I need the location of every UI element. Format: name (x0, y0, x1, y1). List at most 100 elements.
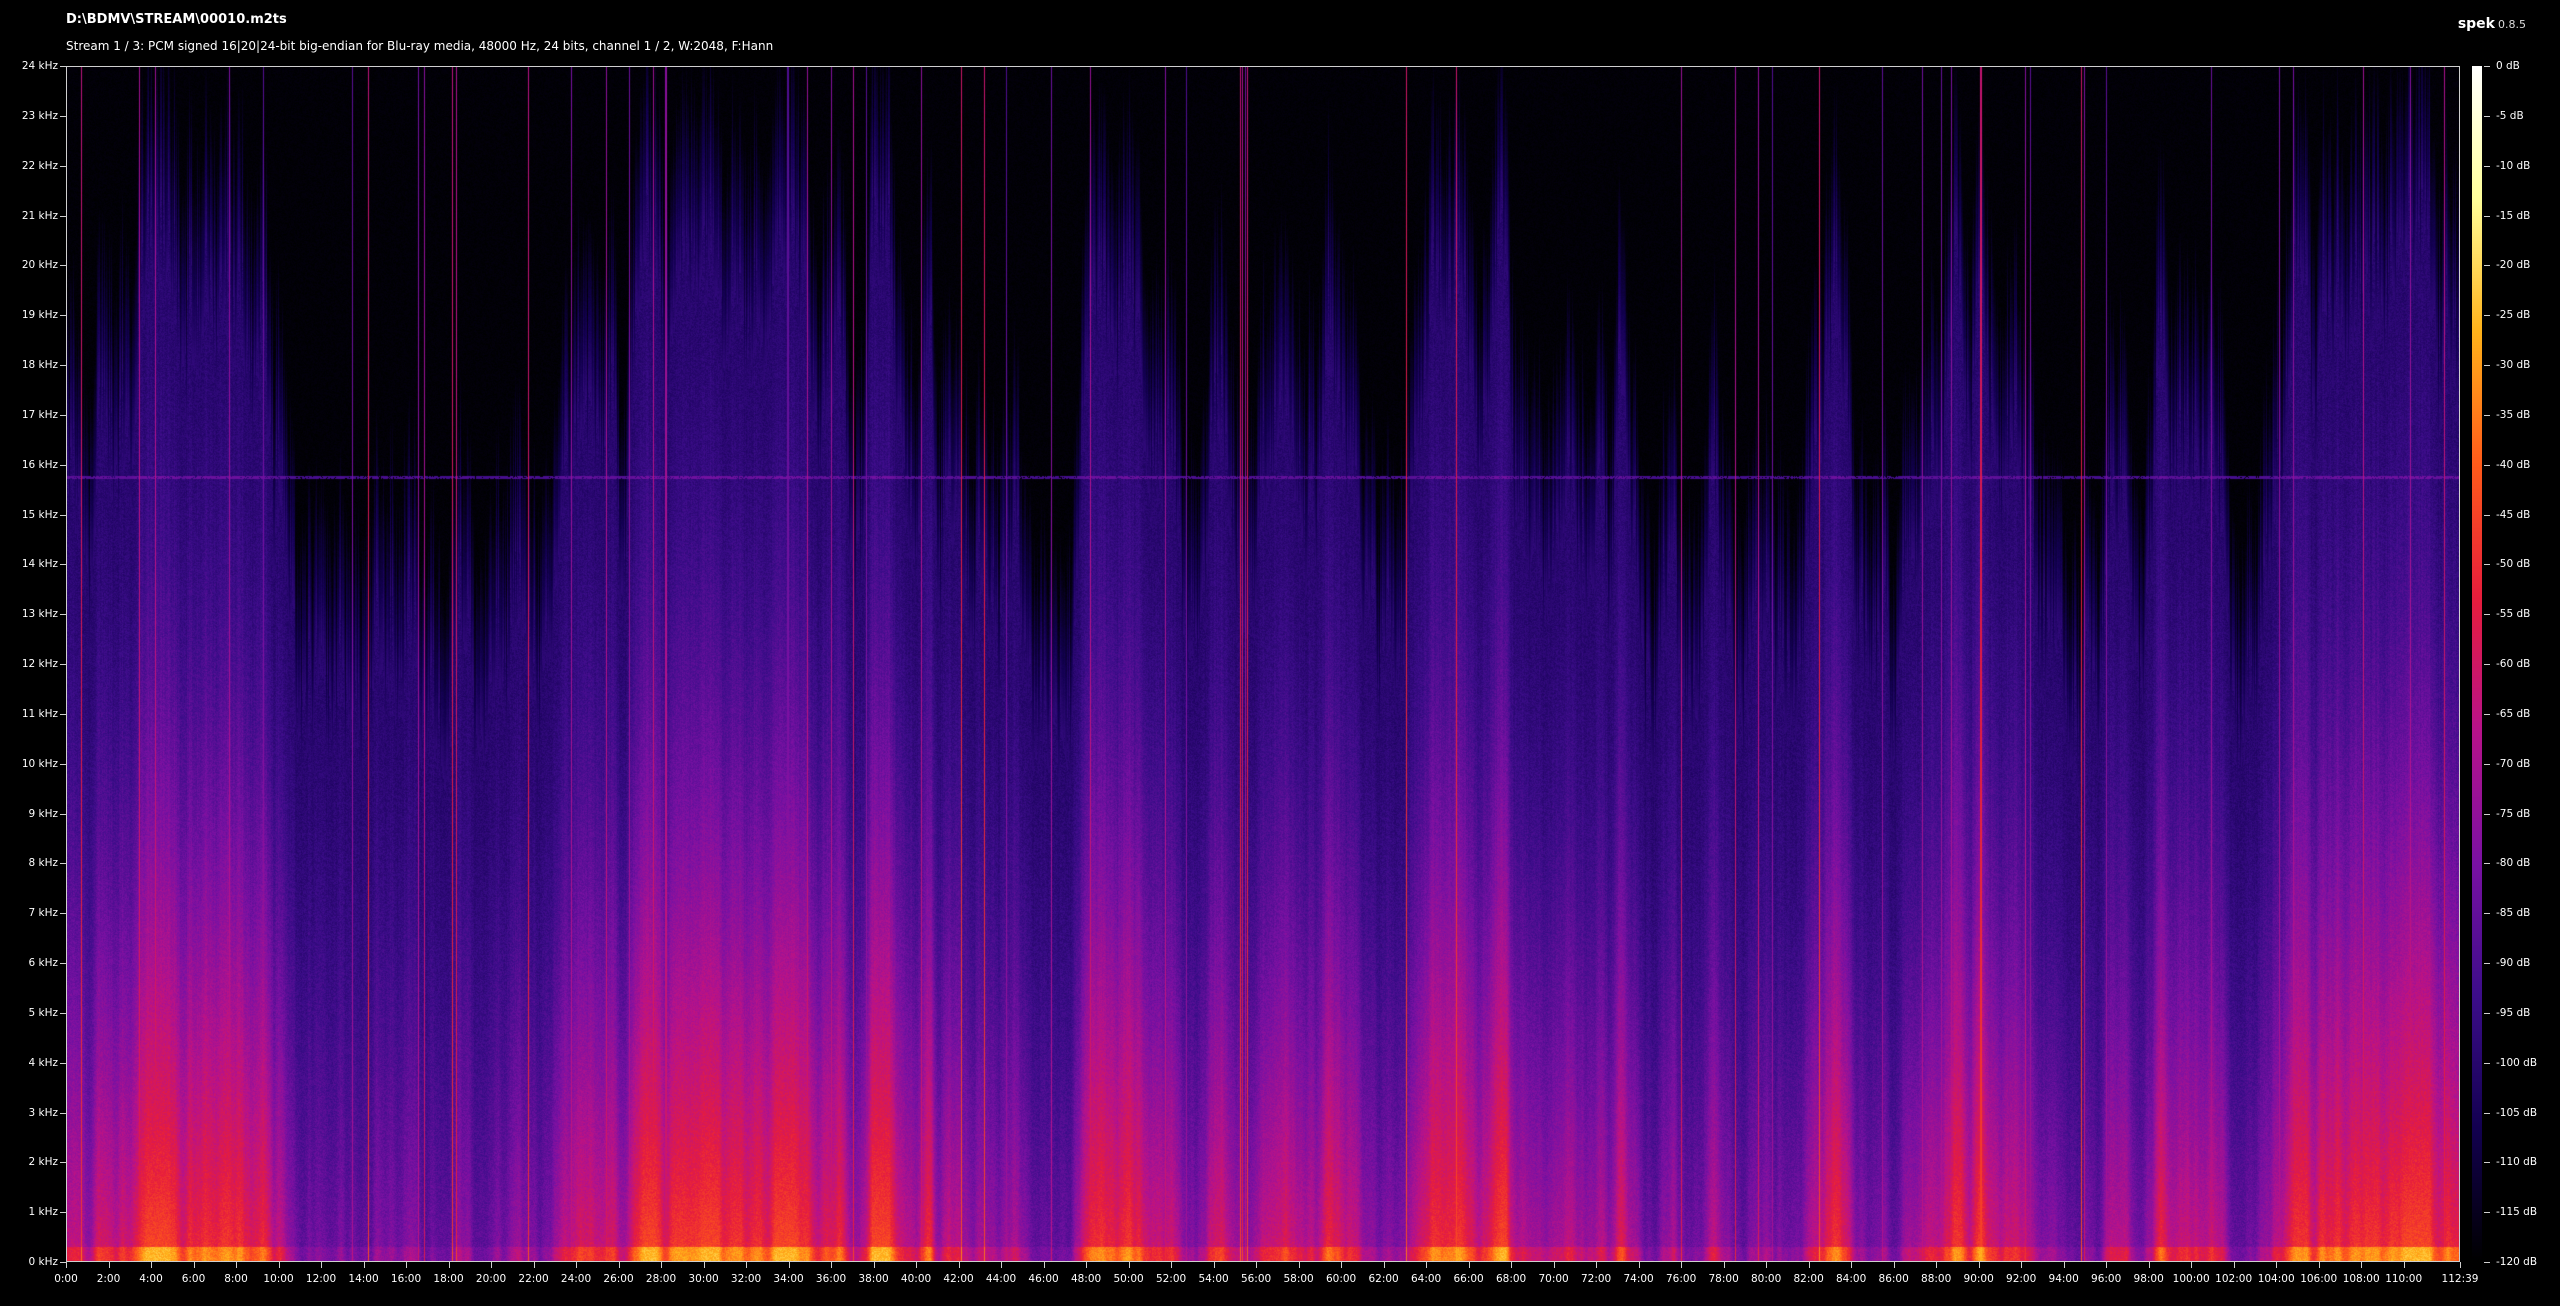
time-tick-mark (321, 1262, 323, 1268)
time-tick-label: 102:00 (2215, 1273, 2253, 1285)
level-tick-mark (2484, 1012, 2490, 1014)
time-tick-label: 60:00 (1325, 1273, 1357, 1285)
time-tick-label: 100:00 (2172, 1273, 2210, 1285)
time-tick-mark (363, 1262, 365, 1268)
time-tick-mark (916, 1262, 918, 1268)
level-tick-mark (2484, 1262, 2490, 1263)
time-tick-label: 84:00 (1835, 1273, 1867, 1285)
level-tick-label: -95 dB (2496, 1006, 2531, 1019)
time-tick-mark (1681, 1262, 1683, 1268)
time-tick-mark (1086, 1262, 1088, 1268)
frequency-tick-label: 18 kHz (21, 359, 58, 371)
time-tick-label: 2:00 (96, 1273, 121, 1285)
time-tick-label: 70:00 (1538, 1273, 1569, 1285)
level-tick-mark (2484, 414, 2490, 416)
time-tick-label: 78:00 (1708, 1273, 1739, 1285)
frequency-tick-label: 7 kHz (28, 907, 58, 920)
time-tick-mark (661, 1262, 663, 1268)
level-tick-label: -20 dB (2496, 259, 2531, 272)
time-tick-mark (2021, 1262, 2023, 1268)
spectrogram-plot[interactable] (66, 66, 2460, 1262)
time-tick-mark (1638, 1262, 1640, 1268)
level-tick-mark (2484, 614, 2490, 616)
frequency-tick-label: 8 kHz (28, 857, 58, 870)
level-tick-mark (2484, 564, 2490, 566)
time-tick-mark (66, 1262, 67, 1268)
time-tick-mark (1128, 1262, 1130, 1268)
frequency-tick-label: 14 kHz (21, 558, 58, 571)
time-tick-label: 82:00 (1793, 1273, 1824, 1285)
time-tick-label: 46:00 (1028, 1273, 1059, 1285)
time-tick-label: 112:39 (2441, 1273, 2479, 1285)
time-tick-label: 6:00 (181, 1273, 206, 1285)
level-tick-label: -15 dB (2496, 209, 2531, 222)
time-tick-mark (1723, 1262, 1725, 1268)
time-tick-mark (2460, 1262, 2461, 1268)
stream-info: Stream 1 / 3: PCM signed 16|20|24-bit bi… (66, 39, 774, 53)
time-tick-label: 44:00 (985, 1273, 1017, 1285)
frequency-tick-label: 20 kHz (21, 259, 58, 272)
level-tick-label: -60 dB (2496, 658, 2531, 670)
frequency-tick-label: 17 kHz (21, 408, 58, 421)
level-tick-label: -110 dB (2496, 1156, 2538, 1169)
time-tick-mark (1511, 1262, 1513, 1268)
frequency-tick-label: 3 kHz (28, 1106, 58, 1119)
time-tick-label: 28:00 (645, 1273, 677, 1285)
time-tick-mark (2361, 1262, 2363, 1268)
level-tick-mark (2484, 115, 2490, 117)
time-tick-mark (2403, 1262, 2405, 1268)
time-tick-label: 66:00 (1453, 1273, 1484, 1285)
time-tick-mark (1171, 1262, 1173, 1268)
level-tick-label: -105 dB (2496, 1106, 2538, 1119)
time-tick-mark (151, 1262, 152, 1268)
time-tick-label: 50:00 (1113, 1273, 1144, 1285)
level-tick-mark (2484, 315, 2490, 317)
level-tick-mark (2484, 365, 2490, 366)
frequency-tick-label: 15 kHz (21, 508, 58, 521)
time-tick-label: 92:00 (2006, 1273, 2037, 1285)
time-tick-label: 110:00 (2385, 1273, 2423, 1285)
time-tick-mark (1808, 1262, 1810, 1268)
level-tick-mark (2484, 913, 2490, 915)
time-tick-mark (1298, 1262, 1300, 1268)
time-tick-mark (1851, 1262, 1853, 1268)
time-tick-label: 88:00 (1921, 1273, 1952, 1285)
time-tick-label: 10:00 (263, 1273, 294, 1285)
time-tick-label: 0:00 (54, 1273, 78, 1285)
level-tick-label: -85 dB (2496, 907, 2531, 920)
level-tick-label: -55 dB (2496, 608, 2531, 621)
frequency-tick-label: 9 kHz (28, 807, 58, 820)
level-tick-label: -120 dB (2496, 1256, 2538, 1268)
time-tick-label: 32:00 (730, 1273, 762, 1285)
time-tick-label: 90:00 (1963, 1273, 1994, 1285)
time-tick-mark (236, 1262, 237, 1268)
time-tick-label: 18:00 (433, 1273, 464, 1285)
level-tick-mark (2484, 1162, 2490, 1164)
time-tick-label: 22:00 (518, 1273, 549, 1285)
time-tick-mark (1256, 1262, 1258, 1268)
time-tick-label: 58:00 (1283, 1273, 1314, 1285)
level-tick-mark (2484, 763, 2490, 765)
spectrogram-image (67, 67, 2459, 1261)
level-tick-mark (2484, 1212, 2490, 1214)
time-tick-mark (618, 1262, 620, 1268)
level-tick-label: -45 dB (2496, 508, 2531, 521)
level-tick-label: -80 dB (2496, 857, 2531, 870)
level-tick-mark (2484, 464, 2490, 466)
level-tick-label: -70 dB (2496, 757, 2531, 770)
time-tick-label: 74:00 (1623, 1273, 1654, 1285)
time-tick-label: 4:00 (139, 1273, 163, 1285)
time-tick-label: 52:00 (1155, 1273, 1187, 1285)
level-tick-label: -30 dB (2496, 359, 2531, 371)
frequency-axis: 0 kHz 1 kHz 2 kHz 3 kHz 4 kHz 5 kHz 6 kHz 7 kHz… (0, 0, 66, 1306)
level-tick-mark (2484, 1112, 2490, 1114)
time-tick-mark (448, 1262, 450, 1268)
time-tick-label: 106:00 (2300, 1273, 2338, 1285)
level-colorbar (2472, 66, 2482, 1262)
time-tick-label: 16:00 (390, 1273, 422, 1285)
level-tick-label: -90 dB (2496, 957, 2531, 969)
time-tick-mark (703, 1262, 705, 1268)
time-tick-label: 30:00 (688, 1273, 719, 1285)
time-tick-mark (1936, 1262, 1938, 1268)
frequency-tick-label: 24 kHz (21, 60, 58, 72)
